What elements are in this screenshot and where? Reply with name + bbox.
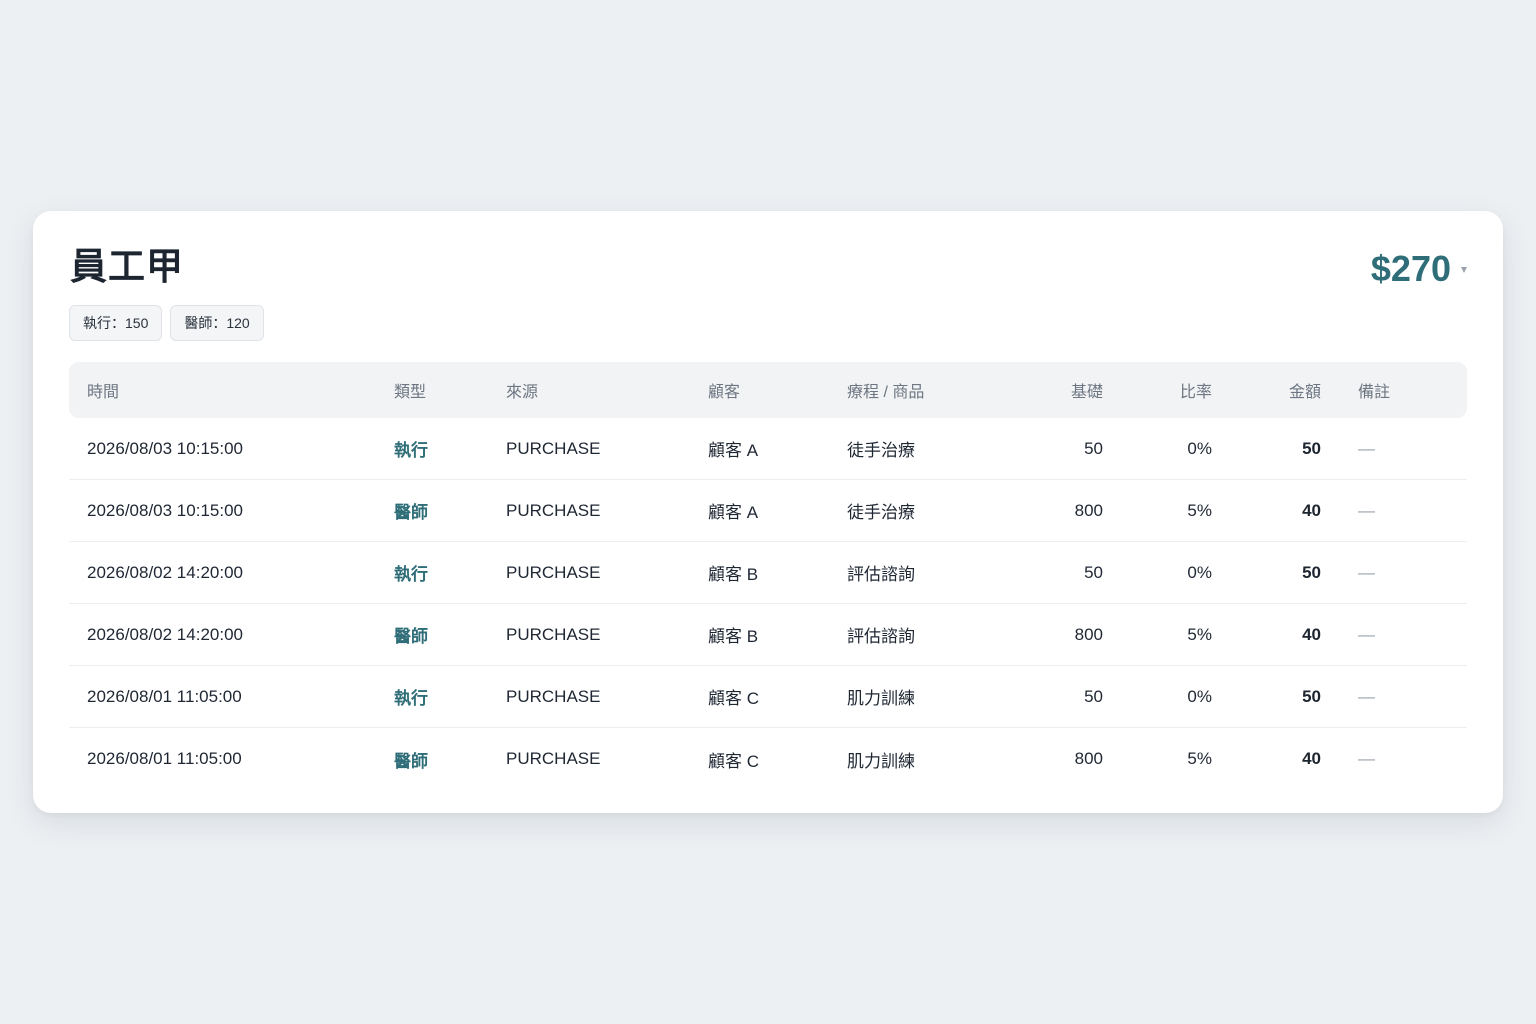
header-customer: 顧客: [708, 384, 741, 401]
total-toggle[interactable]: $270: [1371, 247, 1467, 291]
header-item: 療程 / 商品: [847, 384, 925, 401]
header-base: 基礎: [1070, 384, 1103, 401]
cell-rate: 0%: [1187, 562, 1212, 582]
cell-item: 評估諮詢: [847, 565, 915, 584]
chevron-down-icon[interactable]: [1461, 267, 1467, 273]
cell-source: PURCHASE: [506, 500, 601, 520]
table-row: 2026/08/01 11:05:00 醫師 PURCHASE 顧客 C 肌力訓…: [69, 728, 1467, 790]
cell-source: PURCHASE: [506, 624, 601, 644]
cell-item: 肌力訓練: [847, 751, 915, 771]
cell-customer: 顧客 B: [708, 627, 759, 646]
employee-name: 員工甲: [70, 246, 184, 287]
cell-type: 醫師: [394, 751, 428, 771]
cell-type: 執行: [394, 441, 428, 460]
cell-rate: 0%: [1187, 438, 1212, 458]
employee-card: 員工甲 $270 執行：150 醫師：120 時間 類型 來源 顧客 療程 / …: [33, 211, 1503, 813]
table-row: 2026/08/02 14:20:00 醫師 PURCHASE 顧客 B 評估諮…: [69, 604, 1467, 666]
cell-amount: 50: [1302, 438, 1321, 458]
cell-source: PURCHASE: [506, 749, 601, 768]
cell-source: PURCHASE: [506, 686, 601, 706]
cell-time: 2026/08/02 14:20:00: [87, 562, 243, 582]
cell-customer: 顧客 A: [708, 503, 759, 522]
summary-badges: 執行：150 醫師：120: [69, 305, 264, 341]
table-row: 2026/08/01 11:05:00 執行 PURCHASE 顧客 C 肌力訓…: [69, 666, 1467, 728]
cell-type: 醫師: [394, 627, 428, 646]
commission-table: 時間 類型 來源 顧客 療程 / 商品 基礎 比率 金額 備註 2026/08/…: [69, 362, 1467, 790]
cell-time: 2026/08/02 14:20:00: [87, 624, 243, 644]
cell-item: 徒手治療: [847, 503, 915, 522]
cell-note: —: [1358, 562, 1375, 582]
cell-time: 2026/08/03 10:15:00: [87, 500, 243, 520]
table-row: 2026/08/03 10:15:00 執行 PURCHASE 顧客 A 徒手治…: [69, 418, 1467, 480]
cell-time: 2026/08/03 10:15:00: [87, 438, 243, 458]
table-header: 時間 類型 來源 顧客 療程 / 商品 基礎 比率 金額 備註: [69, 362, 1467, 418]
header-time: 時間: [87, 384, 120, 401]
cell-customer: 顧客 B: [708, 565, 759, 584]
cell-amount: 50: [1302, 562, 1321, 582]
cell-customer: 顧客 C: [708, 689, 759, 708]
header-source: 來源: [506, 384, 539, 401]
cell-rate: 5%: [1187, 749, 1212, 768]
cell-rate: 5%: [1187, 624, 1212, 644]
cell-amount: 40: [1302, 500, 1321, 520]
cell-type: 執行: [394, 689, 428, 708]
cell-amount: 40: [1302, 624, 1321, 644]
cell-note: —: [1358, 686, 1375, 706]
cell-amount: 40: [1302, 749, 1321, 768]
cell-time: 2026/08/01 11:05:00: [87, 749, 242, 768]
badge-execution: 執行：150: [69, 305, 163, 341]
cell-customer: 顧客 C: [708, 751, 759, 771]
cell-customer: 顧客 A: [708, 441, 759, 460]
cell-base: 50: [1084, 438, 1103, 458]
cell-base: 50: [1084, 562, 1103, 582]
cell-item: 評估諮詢: [847, 627, 915, 646]
cell-type: 執行: [394, 565, 428, 584]
cell-type: 醫師: [394, 503, 428, 522]
header-note: 備註: [1358, 384, 1391, 401]
total-amount: $270: [1370, 248, 1451, 289]
header-amount: 金額: [1288, 384, 1321, 401]
cell-note: —: [1358, 624, 1375, 644]
cell-source: PURCHASE: [506, 562, 601, 582]
badge-doctor: 醫師：120: [170, 305, 264, 341]
cell-item: 肌力訓練: [847, 689, 915, 708]
cell-note: —: [1358, 749, 1375, 768]
header-rate: 比率: [1179, 384, 1212, 401]
cell-rate: 5%: [1187, 500, 1212, 520]
cell-rate: 0%: [1187, 686, 1212, 706]
cell-note: —: [1358, 500, 1375, 520]
header-type: 類型: [394, 384, 427, 401]
cell-base: 800: [1074, 500, 1103, 520]
cell-base: 800: [1074, 624, 1103, 644]
cell-source: PURCHASE: [506, 438, 601, 458]
cell-base: 800: [1074, 749, 1103, 768]
cell-item: 徒手治療: [847, 441, 915, 460]
cell-base: 50: [1084, 686, 1103, 706]
cell-time: 2026/08/01 11:05:00: [87, 686, 242, 706]
cell-amount: 50: [1302, 686, 1321, 706]
table-row: 2026/08/03 10:15:00 醫師 PURCHASE 顧客 A 徒手治…: [69, 480, 1467, 542]
cell-note: —: [1358, 438, 1375, 458]
table-row: 2026/08/02 14:20:00 執行 PURCHASE 顧客 B 評估諮…: [69, 542, 1467, 604]
